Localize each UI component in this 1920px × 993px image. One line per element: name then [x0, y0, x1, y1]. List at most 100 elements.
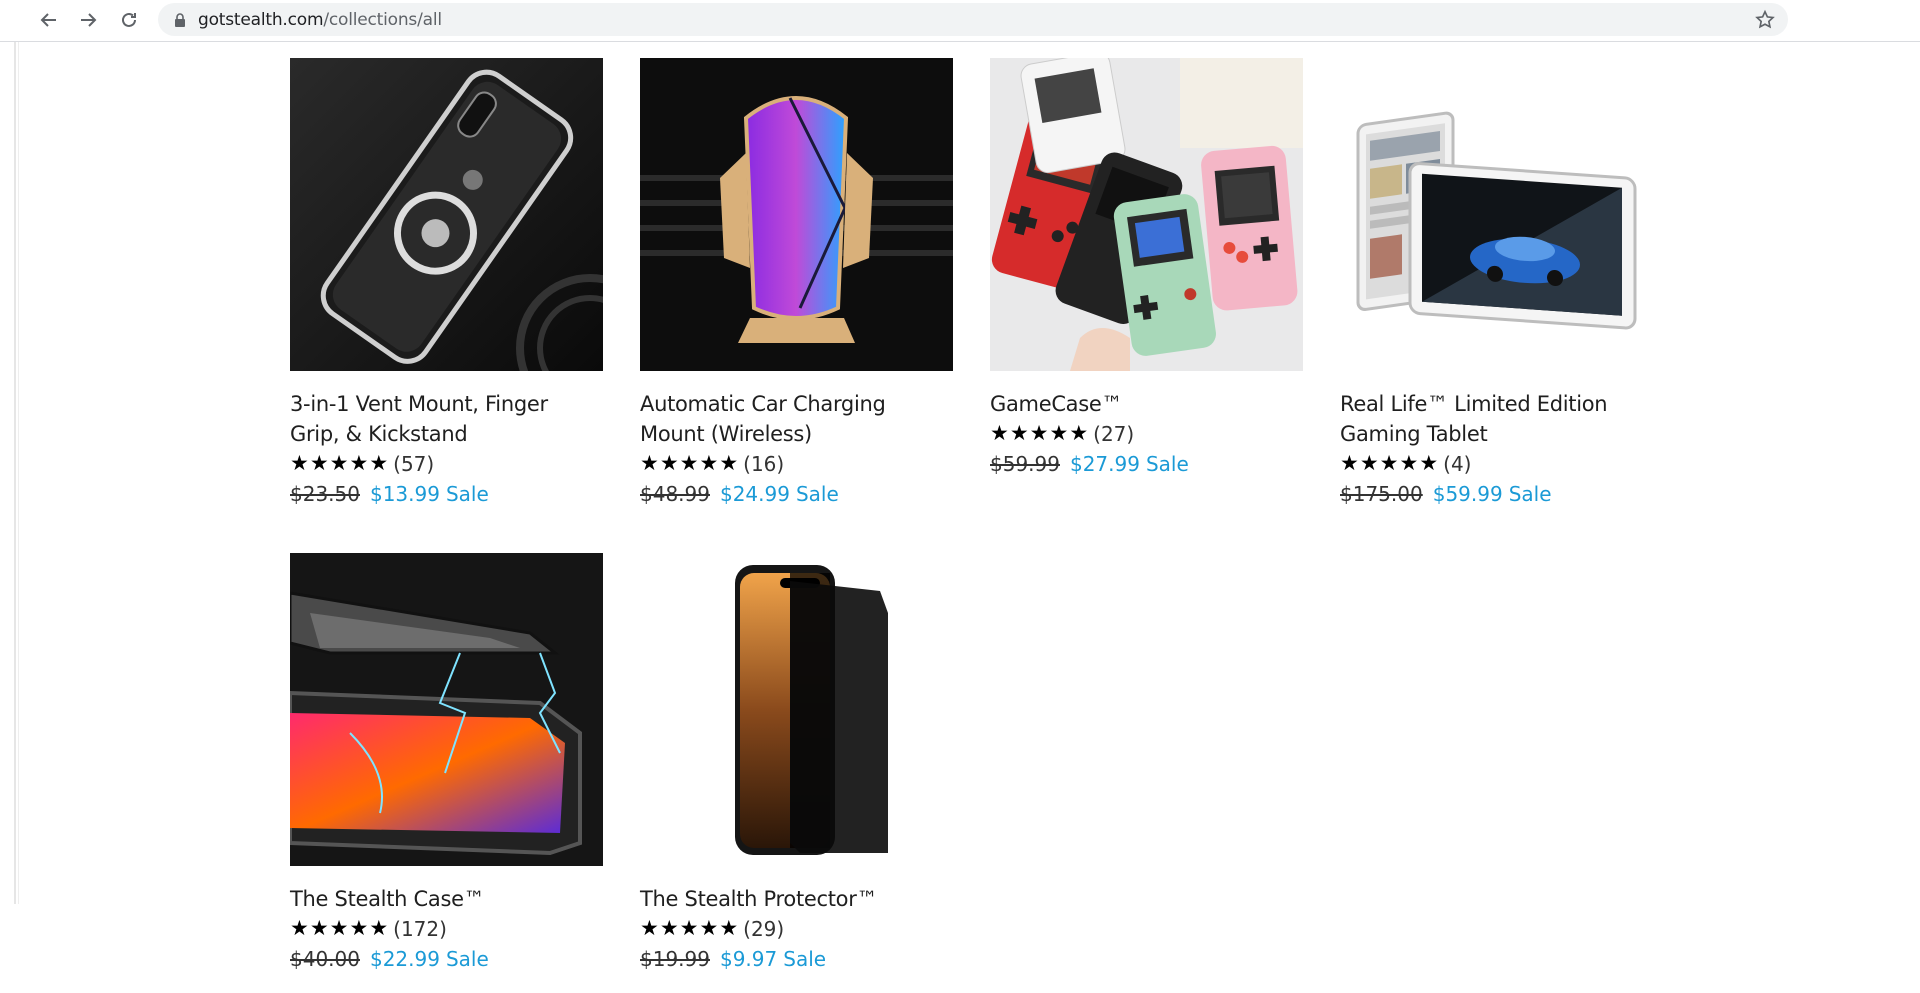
product-rating: ★ ★ ★ ★ ★ (27): [990, 419, 1303, 449]
address-bar[interactable]: gotstealth.com/collections/all: [158, 3, 1788, 36]
product-price: $23.50 $13.99 Sale: [290, 479, 603, 509]
star-icon: ★: [349, 917, 369, 940]
product-title[interactable]: The Stealth Protector™: [640, 884, 953, 914]
product-price: $48.99 $24.99 Sale: [640, 479, 953, 509]
product-rating: ★ ★ ★ ★ ★ (57): [290, 449, 603, 479]
rating-stars: ★ ★ ★ ★ ★: [290, 453, 388, 475]
sale-price: $24.99: [719, 482, 790, 506]
star-icon: ★: [1029, 422, 1049, 445]
product-card[interactable]: Real Life™ Limited Edition Gaming Tablet…: [1340, 58, 1653, 509]
page-left-border: [14, 42, 19, 904]
compare-at-price: $23.50: [290, 482, 360, 506]
product-rating: ★ ★ ★ ★ ★ (29): [640, 914, 953, 944]
product-title[interactable]: 3-in-1 Vent Mount, Finger Grip, & Kickst…: [290, 389, 603, 449]
star-icon: ★: [699, 917, 719, 940]
product-price: $40.00 $22.99 Sale: [290, 944, 603, 974]
compare-at-price: $48.99: [640, 482, 710, 506]
star-icon: ★: [659, 917, 679, 940]
sale-price: $27.99: [1069, 452, 1140, 476]
review-count: (4): [1443, 452, 1472, 476]
rating-stars: ★ ★ ★ ★ ★: [290, 918, 388, 940]
review-count: (16): [743, 452, 785, 476]
sale-label: Sale: [445, 482, 489, 506]
compare-at-price: $59.99: [990, 452, 1060, 476]
product-image-ring-holder[interactable]: [290, 58, 603, 371]
arrow-right-icon: [81, 13, 97, 27]
rating-stars: ★ ★ ★ ★ ★: [640, 453, 738, 475]
product-card[interactable]: Automatic Car Charging Mount (Wireless) …: [640, 58, 953, 509]
forward-button[interactable]: [74, 6, 102, 34]
star-icon: ★: [1009, 422, 1029, 445]
product-card[interactable]: The Stealth Protector™ ★ ★ ★ ★ ★ (29) $19.99…: [640, 553, 953, 974]
star-icon: ★: [719, 452, 739, 475]
star-icon: ★: [990, 422, 1009, 445]
url-domain: gotstealth.com: [198, 10, 324, 30]
star-icon: ★: [309, 917, 329, 940]
product-title[interactable]: Automatic Car Charging Mount (Wireless): [640, 389, 953, 449]
review-count: (172): [393, 917, 447, 941]
star-icon: ★: [309, 452, 329, 475]
product-image-tablets[interactable]: [1340, 58, 1653, 371]
product-rating: ★ ★ ★ ★ ★ (4): [1340, 449, 1653, 479]
product-card[interactable]: 3-in-1 Vent Mount, Finger Grip, & Kickst…: [290, 58, 603, 509]
sale-label: Sale: [445, 947, 489, 971]
bookmark-star-icon[interactable]: [1754, 9, 1776, 31]
star-icon: ★: [290, 452, 309, 475]
star-icon: ★: [1359, 452, 1379, 475]
star-icon: ★: [369, 917, 389, 940]
product-price: $175.00 $59.99 Sale: [1340, 479, 1653, 509]
url-path: /collections/all: [323, 10, 442, 30]
star-icon: ★: [1069, 422, 1089, 445]
reload-button[interactable]: [115, 6, 143, 34]
sale-price: $13.99: [369, 482, 440, 506]
review-count: (29): [743, 917, 785, 941]
sale-price: $22.99: [369, 947, 440, 971]
review-count: (57): [393, 452, 435, 476]
star-icon: ★: [290, 917, 309, 940]
star-icon: ★: [659, 452, 679, 475]
browser-toolbar: gotstealth.com/collections/all: [0, 0, 1920, 42]
sale-label: Sale: [1508, 482, 1552, 506]
sale-label: Sale: [783, 947, 827, 971]
product-rating: ★ ★ ★ ★ ★ (172): [290, 914, 603, 944]
sale-label: Sale: [795, 482, 839, 506]
arrow-left-icon: [40, 13, 56, 27]
rating-stars: ★ ★ ★ ★ ★: [640, 918, 738, 940]
sale-price: $9.97: [719, 947, 778, 971]
star-icon: ★: [640, 917, 659, 940]
sale-price: $59.99: [1432, 482, 1503, 506]
compare-at-price: $19.99: [640, 947, 710, 971]
star-icon: ★: [719, 917, 739, 940]
review-count: (27): [1093, 422, 1135, 446]
reload-icon: [122, 12, 136, 27]
lock-icon: [175, 13, 185, 27]
product-card[interactable]: GameCase™ ★ ★ ★ ★ ★ (27) $59.99 $27.99 Sale: [990, 58, 1303, 479]
compare-at-price: $175.00: [1340, 482, 1423, 506]
star-icon: ★: [369, 452, 389, 475]
star-icon: ★: [679, 452, 699, 475]
star-icon: ★: [640, 452, 659, 475]
product-title[interactable]: Real Life™ Limited Edition Gaming Tablet: [1340, 389, 1653, 449]
rating-stars: ★ ★ ★ ★ ★: [990, 423, 1088, 445]
star-icon: ★: [1399, 452, 1419, 475]
compare-at-price: $40.00: [290, 947, 360, 971]
star-icon: ★: [1419, 452, 1439, 475]
back-button[interactable]: [35, 6, 63, 34]
product-image-stealth-protector[interactable]: [640, 553, 953, 866]
star-icon: ★: [349, 452, 369, 475]
rating-stars: ★ ★ ★ ★ ★: [1340, 453, 1438, 475]
product-price: $19.99 $9.97 Sale: [640, 944, 953, 974]
product-card[interactable]: The Stealth Case™ ★ ★ ★ ★ ★ (172) $40.00 $22…: [290, 553, 603, 974]
star-icon: ★: [1340, 452, 1359, 475]
star-icon: ★: [1049, 422, 1069, 445]
product-rating: ★ ★ ★ ★ ★ (16): [640, 449, 953, 479]
product-image-car-charger[interactable]: [640, 58, 953, 371]
sale-label: Sale: [1145, 452, 1189, 476]
product-title[interactable]: GameCase™: [990, 389, 1303, 419]
product-title[interactable]: The Stealth Case™: [290, 884, 603, 914]
product-image-gamecase[interactable]: [990, 58, 1303, 371]
star-icon: ★: [699, 452, 719, 475]
star-icon: ★: [1379, 452, 1399, 475]
url-text: gotstealth.com/collections/all: [198, 10, 442, 30]
product-image-stealth-case[interactable]: [290, 553, 603, 866]
